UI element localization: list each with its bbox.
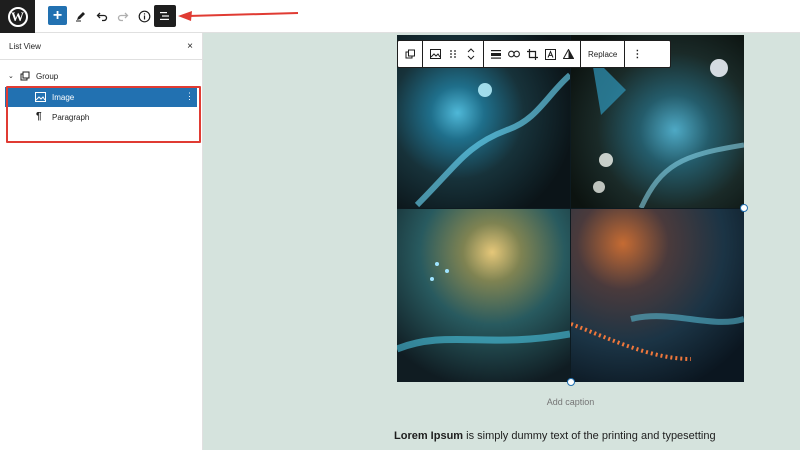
image-quadrant-bottom-left: [397, 209, 571, 382]
replace-button[interactable]: Replace: [584, 50, 621, 59]
link-button[interactable]: [506, 44, 522, 64]
more-options-icon[interactable]: ⋮: [185, 91, 194, 102]
paragraph-text: is simply dummy text of the printing and…: [463, 430, 716, 442]
link-icon: [508, 50, 520, 58]
drag-handle[interactable]: [445, 44, 461, 64]
image-icon: [35, 92, 46, 102]
block-options-button[interactable]: ⋮: [629, 44, 645, 64]
image-icon: [429, 49, 441, 59]
paragraph-block[interactable]: Lorem Ipsum is simply dummy text of the …: [394, 430, 794, 442]
group-icon: [20, 71, 30, 81]
editor-canvas: Replace ⋮ Add caption Lorem Ipsum is sim…: [203, 33, 800, 450]
duplicate-icon: [405, 49, 415, 58]
align-button[interactable]: [488, 44, 504, 64]
editor-top-toolbar: W +: [0, 0, 800, 33]
list-view-header: List View ×: [0, 33, 202, 60]
drag-handle-icon: [450, 50, 456, 58]
block-toolbar: Replace ⋮: [397, 40, 671, 68]
duotone-button[interactable]: [560, 44, 576, 64]
text-overlay-button[interactable]: [542, 44, 558, 64]
duotone-icon: [562, 49, 574, 59]
crop-icon: [526, 48, 538, 60]
list-view-panel: List View × ⌄ Group Image ⋮ ¶ Paragraph: [0, 33, 203, 450]
move-up-down-button[interactable]: [463, 44, 479, 64]
annotation-arrow: [178, 11, 299, 21]
resize-handle-right[interactable]: [740, 204, 748, 212]
image-caption-input[interactable]: Add caption: [397, 397, 744, 407]
text-overlay-icon: [544, 48, 556, 60]
list-item-image[interactable]: Image ⋮: [5, 87, 197, 107]
more-options-icon: ⋮: [632, 48, 643, 60]
list-item-label: Group: [36, 71, 59, 81]
list-item-paragraph[interactable]: ¶ Paragraph: [0, 107, 203, 127]
list-item-group[interactable]: ⌄ Group: [0, 66, 203, 86]
paragraph-icon: ¶: [36, 111, 42, 122]
list-view-title: List View: [9, 41, 41, 51]
crop-button[interactable]: [524, 44, 540, 64]
close-icon[interactable]: ×: [187, 41, 193, 52]
group-transform-button[interactable]: [402, 44, 418, 64]
chevron-down-icon[interactable]: ⌄: [8, 72, 14, 80]
block-type-button[interactable]: [427, 44, 443, 64]
image-block[interactable]: [397, 35, 744, 382]
resize-handle-bottom[interactable]: [567, 378, 575, 386]
list-item-label: Image: [52, 92, 75, 102]
chevron-up-down-icon: [467, 48, 475, 60]
paragraph-bold-text: Lorem Ipsum: [394, 430, 464, 442]
list-item-label: Paragraph: [52, 112, 90, 122]
align-icon: [491, 50, 501, 59]
image-quadrant-bottom-right: [570, 209, 744, 382]
